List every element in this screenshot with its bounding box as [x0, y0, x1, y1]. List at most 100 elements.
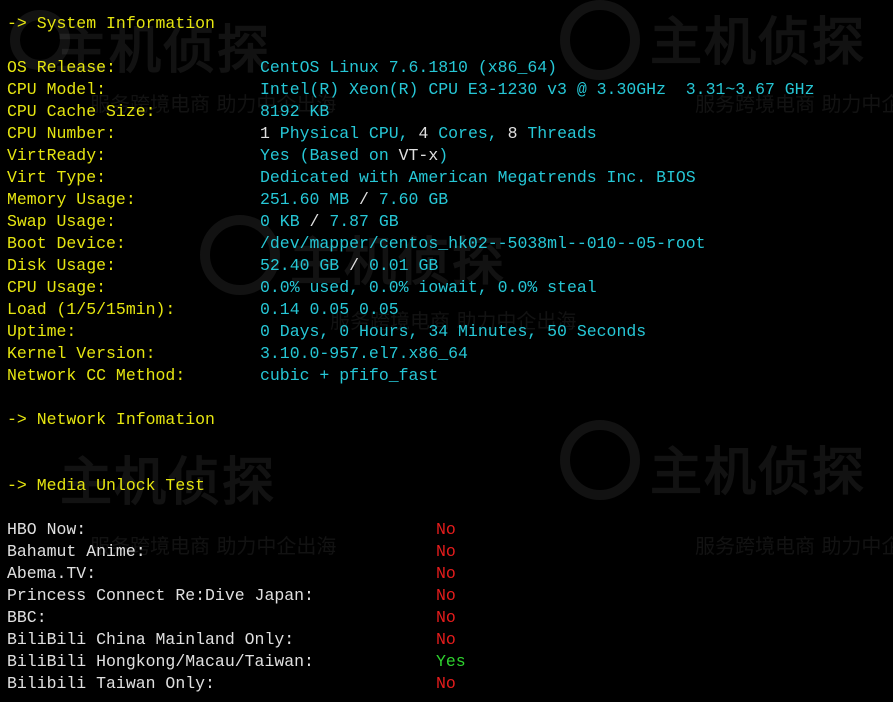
system-info-label: OS Release:: [7, 58, 116, 77]
section-heading-media: -> Media Unlock Test: [7, 476, 206, 495]
media-unlock-result: No: [436, 586, 456, 605]
system-info-value-segment: Intel(R) Xeon(R) CPU E3-1230 v3 @ 3.30GH…: [260, 80, 815, 99]
section-heading-system: -> System Information: [7, 14, 215, 33]
media-unlock-row: BiliBili Hongkong/Macau/Taiwan: Yes: [7, 651, 466, 673]
system-info-row: Uptime: 0 Days, 0 Hours, 34 Minutes, 50 S…: [7, 321, 646, 343]
media-service-label: Princess Connect Re:Dive Japan:: [7, 586, 314, 605]
media-unlock-result: No: [436, 542, 456, 561]
system-info-value-segment: cubic + pfifo_fast: [260, 366, 439, 385]
media-service-label: HBO Now:: [7, 520, 87, 539]
system-info-value-segment: Dedicated with American Megatrends Inc. …: [260, 168, 696, 187]
system-info-value: 0.0% used, 0.0% iowait, 0.0% steal: [260, 277, 597, 299]
system-info-value-segment: /dev/mapper/centos_hk02--5038ml--010--05…: [260, 234, 706, 253]
media-unlock-row: Bilibili Taiwan Only: No: [7, 673, 456, 695]
system-info-label: Load (1/5/15min):: [7, 300, 176, 319]
media-service-label: Abema.TV:: [7, 564, 97, 583]
media-unlock-result: No: [436, 630, 456, 649]
media-unlock-result: Yes: [436, 652, 466, 671]
system-info-value: 1 Physical CPU, 4 Cores, 8 Threads: [260, 123, 597, 145]
watermark-brand: 主机侦探: [650, 443, 867, 503]
system-info-label: CPU Model:: [7, 80, 107, 99]
system-info-value-segment: 0.01 GB: [368, 256, 439, 275]
system-info-value-segment: 251.60 MB: [260, 190, 350, 209]
system-info-value-segment: ): [438, 146, 449, 165]
system-info-row: Network CC Method: cubic + pfifo_fast: [7, 365, 438, 387]
system-info-row: CPU Number: 1 Physical CPU, 4 Cores, 8 Th…: [7, 123, 597, 145]
system-info-value: Dedicated with American Megatrends Inc. …: [260, 167, 696, 189]
system-info-row: Kernel Version: 3.10.0-957.el7.x86_64: [7, 343, 468, 365]
system-info-label: CPU Number:: [7, 124, 116, 143]
system-info-row: Swap Usage: 0 KB / 7.87 GB: [7, 211, 399, 233]
system-info-value: 251.60 MB / 7.60 GB: [260, 189, 448, 211]
system-info-value-segment: 8192 KB: [260, 102, 330, 121]
watermark-globe-icon: [560, 420, 640, 500]
system-info-value-segment: CentOS Linux 7.6.1810 (x86_64): [260, 58, 558, 77]
media-unlock-row: BiliBili China Mainland Only: No: [7, 629, 456, 651]
system-info-label: CPU Cache Size:: [7, 102, 156, 121]
media-unlock-row: HBO Now: No: [7, 519, 456, 541]
media-service-label: Bahamut Anime:: [7, 542, 146, 561]
system-info-row: Boot Device: /dev/mapper/centos_hk02--503…: [7, 233, 706, 255]
system-info-value: 8192 KB: [260, 101, 329, 123]
system-info-value: /dev/mapper/centos_hk02--5038ml--010--05…: [260, 233, 706, 255]
system-info-value-segment: 1: [260, 124, 270, 143]
system-info-value-segment: 0.14 0.05 0.05: [260, 300, 399, 319]
system-info-row: Virt Type: Dedicated with American Megatr…: [7, 167, 696, 189]
watermark-slogan: 服务跨境电商 助力中企出海: [695, 534, 893, 558]
system-info-label: Swap Usage:: [7, 212, 116, 231]
media-service-label: Bilibili Taiwan Only:: [7, 674, 215, 693]
terminal-window[interactable]: 主机侦探 服务跨境电商 助力中企出海 主机侦探 服务跨境电商 助力中企出海 主机…: [0, 0, 893, 702]
system-info-value-segment: 7.60 GB: [378, 190, 449, 209]
system-info-value-segment: 0 Days, 0 Hours, 34 Minutes, 50 Seconds: [260, 322, 647, 341]
system-info-value-segment: Physical CPU,: [269, 124, 419, 143]
media-unlock-row: BBC: No: [7, 607, 456, 629]
system-info-value-segment: 3.10.0-957.el7.x86_64: [260, 344, 468, 363]
system-info-value-segment: VT-x: [398, 146, 439, 165]
system-info-row: OS Release: CentOS Linux 7.6.1810 (x86_64…: [7, 57, 557, 79]
system-info-label: Network CC Method:: [7, 366, 186, 385]
watermark-brand: 主机侦探: [650, 13, 867, 73]
system-info-row: Disk Usage: 52.40 GB / 0.01 GB: [7, 255, 438, 277]
system-info-value: 0 Days, 0 Hours, 34 Minutes, 50 Seconds: [260, 321, 646, 343]
media-service-label: BBC:: [7, 608, 47, 627]
system-info-value-segment: 52.40 GB: [260, 256, 340, 275]
media-unlock-row: Bahamut Anime: No: [7, 541, 456, 563]
media-unlock-result: No: [436, 608, 456, 627]
media-unlock-row: Abema.TV: No: [7, 563, 456, 585]
system-info-row: CPU Model: Intel(R) Xeon(R) CPU E3-1230 v…: [7, 79, 815, 101]
system-info-value-segment: /: [299, 212, 330, 231]
system-info-value: 3.10.0-957.el7.x86_64: [260, 343, 468, 365]
system-info-value-segment: 8: [507, 124, 518, 143]
system-info-value: 52.40 GB / 0.01 GB: [260, 255, 438, 277]
system-info-row: Memory Usage: 251.60 MB / 7.60 GB: [7, 189, 448, 211]
media-service-label: BiliBili Hongkong/Macau/Taiwan:: [7, 652, 314, 671]
system-info-label: Virt Type:: [7, 168, 107, 187]
media-unlock-result: No: [436, 520, 456, 539]
system-info-value-segment: Yes (Based on: [260, 146, 399, 165]
system-info-value-segment: 7.87 GB: [329, 212, 399, 231]
section-heading-network: -> Network Infomation: [7, 410, 215, 429]
system-info-label: Disk Usage:: [7, 256, 116, 275]
system-info-row: CPU Cache Size: 8192 KB: [7, 101, 329, 123]
system-info-label: CPU Usage:: [7, 278, 107, 297]
system-info-value: 0 KB / 7.87 GB: [260, 211, 399, 233]
media-unlock-result: No: [436, 564, 456, 583]
media-unlock-result: No: [436, 674, 456, 693]
media-unlock-row: Princess Connect Re:Dive Japan: No: [7, 585, 456, 607]
system-info-label: Boot Device:: [7, 234, 126, 253]
watermark-globe-icon: [560, 0, 640, 80]
system-info-value-segment: /: [339, 256, 369, 275]
system-info-label: Uptime:: [7, 322, 77, 341]
system-info-value: Yes (Based on VT-x): [260, 145, 448, 167]
system-info-row: Load (1/5/15min): 0.14 0.05 0.05: [7, 299, 399, 321]
system-info-label: VirtReady:: [7, 146, 107, 165]
system-info-value-segment: Cores,: [428, 124, 508, 143]
system-info-value: cubic + pfifo_fast: [260, 365, 438, 387]
system-info-value-segment: 0.0% used, 0.0% iowait, 0.0% steal: [260, 278, 597, 297]
system-info-value: Intel(R) Xeon(R) CPU E3-1230 v3 @ 3.30GH…: [260, 79, 815, 101]
system-info-value-segment: /: [349, 190, 379, 209]
system-info-row: VirtReady: Yes (Based on VT-x): [7, 145, 448, 167]
system-info-value: CentOS Linux 7.6.1810 (x86_64): [260, 57, 557, 79]
system-info-label: Kernel Version:: [7, 344, 156, 363]
media-service-label: BiliBili China Mainland Only:: [7, 630, 295, 649]
